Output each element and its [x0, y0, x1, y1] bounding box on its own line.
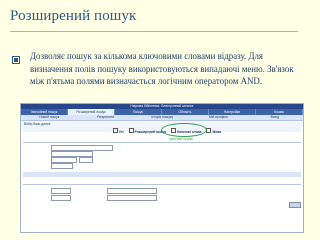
screenshot-section-bar: [23, 172, 301, 177]
screenshot-select: [51, 188, 71, 194]
screenshot-subtab: Новий пошук: [39, 115, 60, 119]
highlight-oval: [161, 123, 207, 137]
screenshot-input: [79, 157, 93, 163]
screenshot-subtab: Історія пошуку: [150, 115, 174, 119]
slide-title: Розширений пошук: [10, 8, 137, 24]
title-divider: [10, 31, 298, 32]
screenshot-divider: [23, 184, 301, 185]
screenshot-subtab: Результати: [97, 115, 115, 119]
screenshot-subtab: Вихід: [270, 115, 279, 119]
screenshot-select: [51, 195, 71, 201]
highlight-note: простий пошук: [169, 137, 193, 141]
bullet-square-icon: [12, 56, 20, 64]
screenshot-input: [107, 195, 157, 201]
screenshot-subtab: Мій профіль: [209, 115, 228, 119]
screenshot-input: [51, 163, 73, 169]
screenshot-input: [107, 188, 157, 194]
screenshot-option: Мови: [206, 128, 221, 134]
search-page-screenshot: Наукова бібліотека. Електронний каталог …: [20, 103, 304, 233]
screenshot-option: Усі: [113, 128, 124, 134]
screenshot-divider: [23, 142, 301, 143]
screenshot-button: [289, 202, 301, 208]
bullet-text: Дозволяє пошук за кількома ключовими сло…: [30, 51, 294, 86]
